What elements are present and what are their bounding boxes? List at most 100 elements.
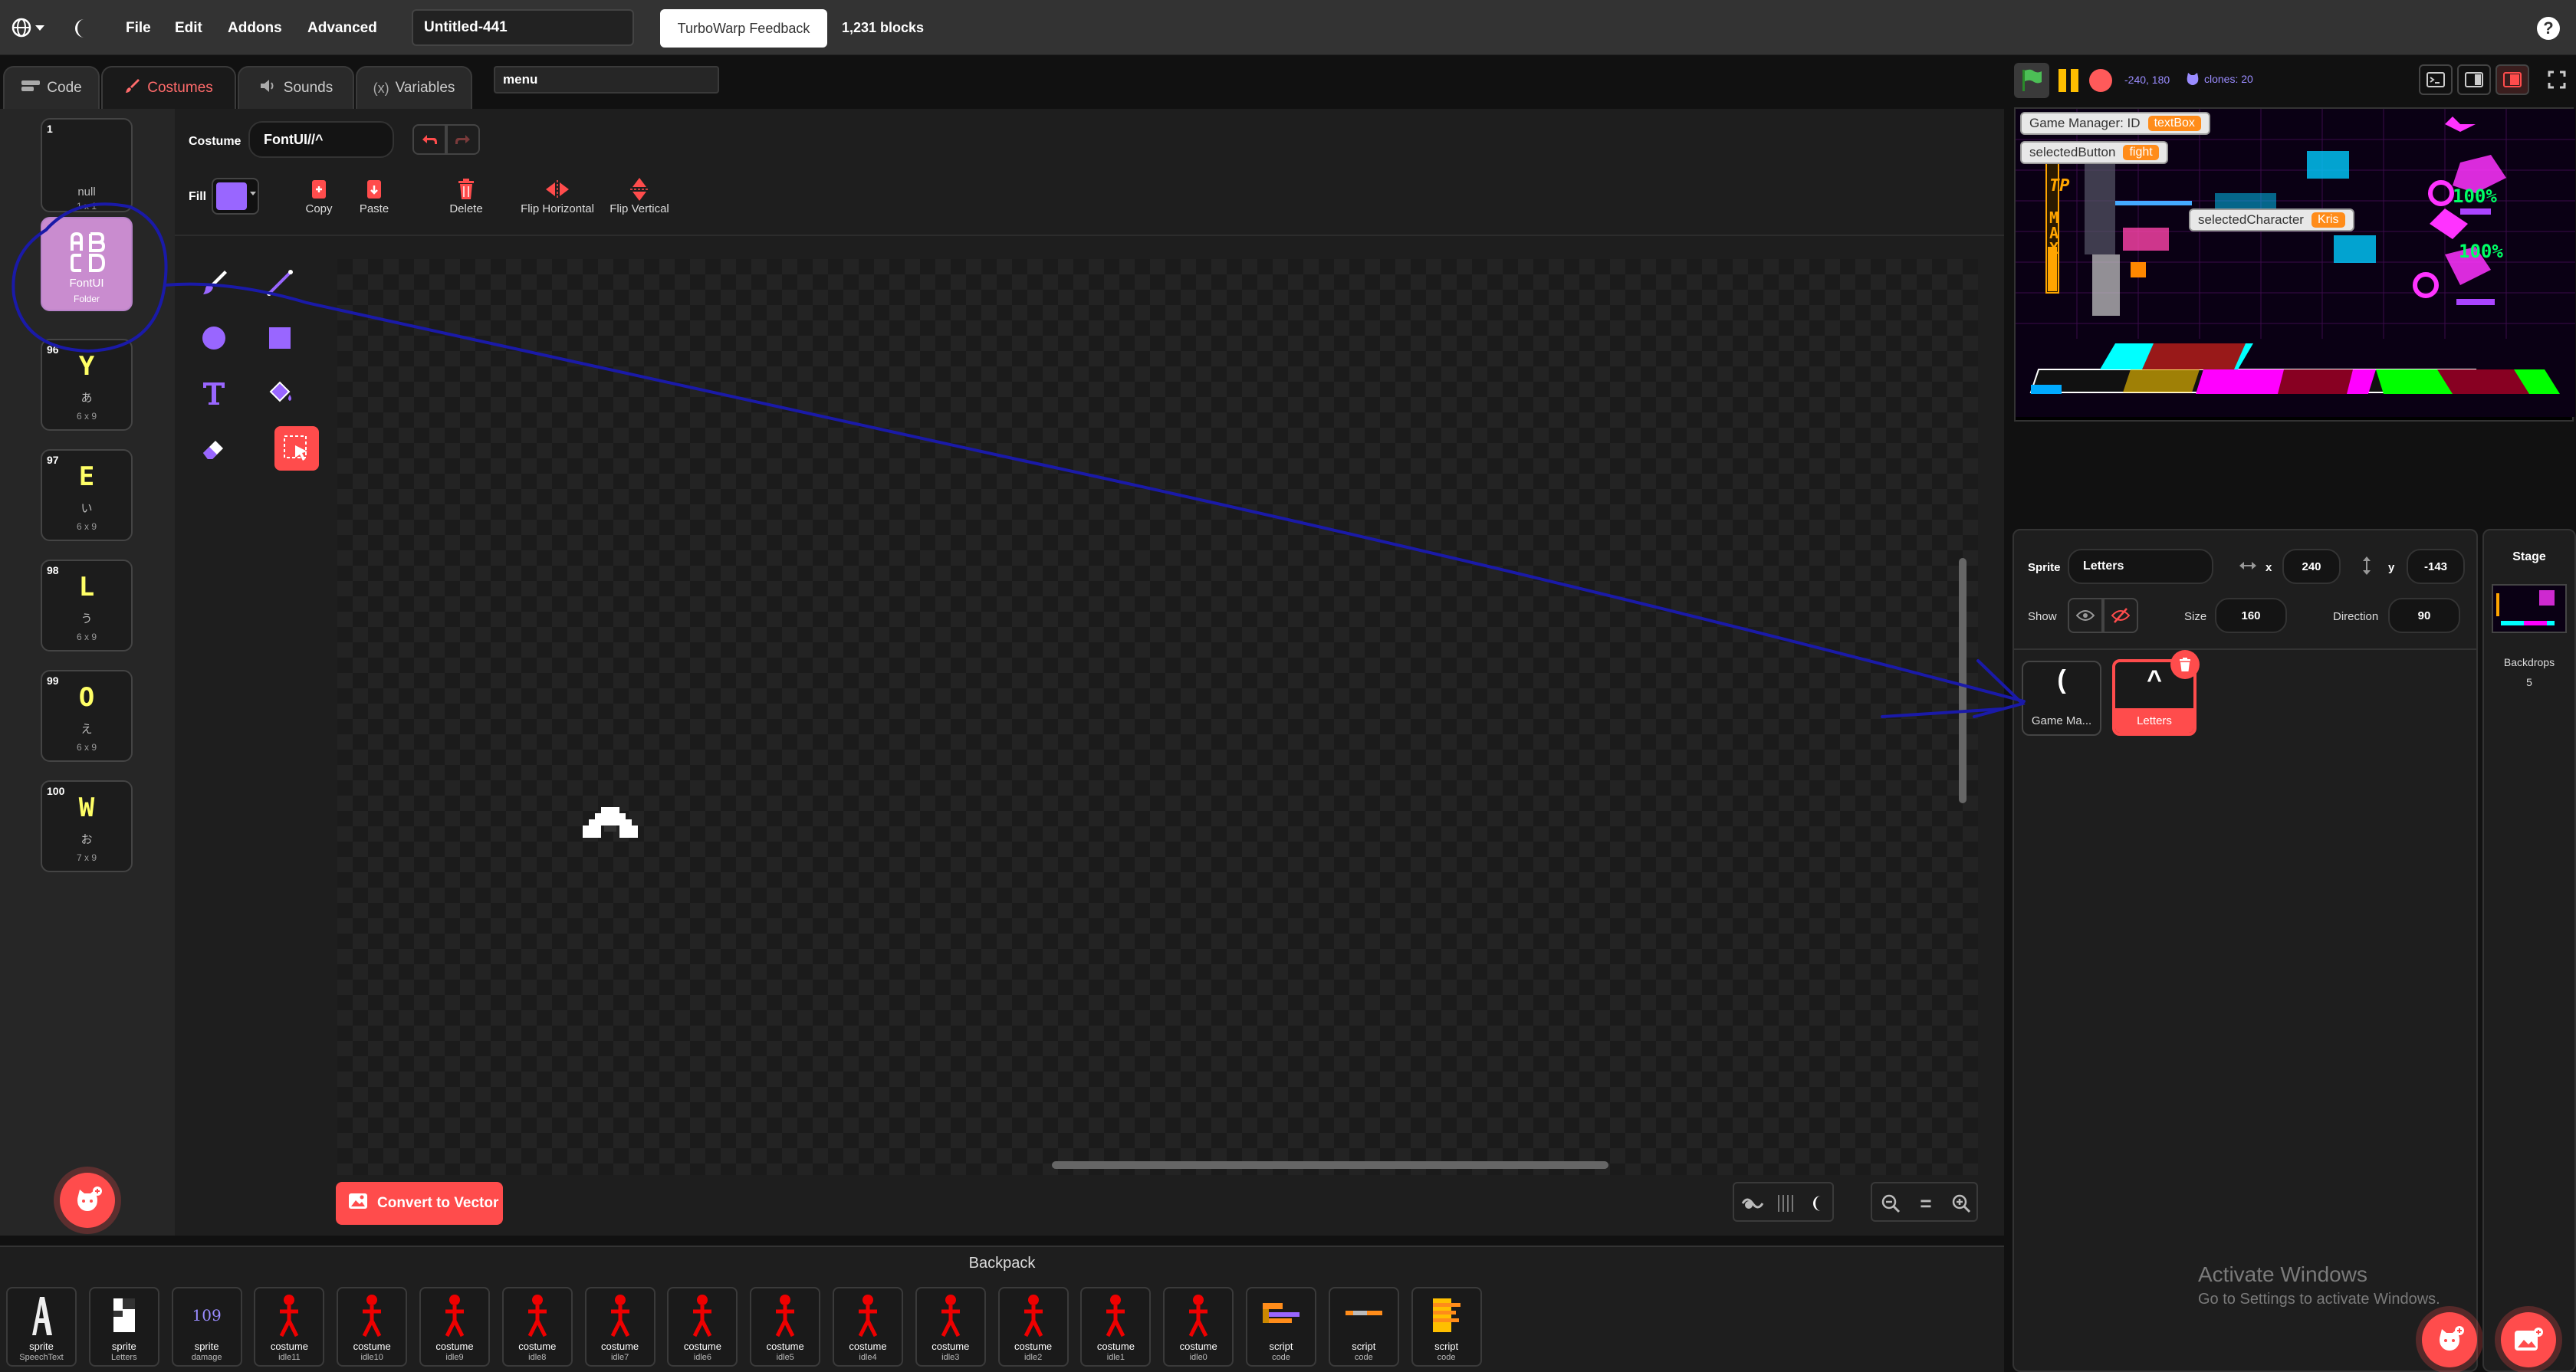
flip-vertical-button[interactable]: Flip Vertical — [601, 176, 678, 221]
costume-name-input[interactable]: FontUI//^ — [248, 121, 394, 158]
backpack-item[interactable]: 109 sprite damage — [171, 1287, 242, 1367]
x-input[interactable]: 240 — [2282, 549, 2341, 584]
item-type: costume — [270, 1341, 308, 1352]
sprite-label: Sprite — [2028, 561, 2061, 574]
backpack-item[interactable]: script code — [1411, 1287, 1482, 1367]
flip-horizontal-button[interactable]: Flip Horizontal — [515, 176, 600, 221]
hide-sprite-button[interactable] — [2103, 598, 2138, 633]
backpack-item[interactable]: sprite SpeechText — [6, 1287, 77, 1367]
costume-tile[interactable]: 1 null 1 x 1 — [41, 118, 133, 212]
circle-tool[interactable] — [192, 316, 236, 360]
backpack-item[interactable]: costume idle1 — [1080, 1287, 1152, 1367]
pixel-grid-icon[interactable] — [1771, 1190, 1799, 1217]
item-name: SpeechText — [19, 1353, 64, 1362]
add-backdrop-button[interactable] — [2501, 1312, 2556, 1367]
dark-mode-moon-icon[interactable] — [1805, 1190, 1832, 1217]
clone-count: clones: 20 — [2204, 73, 2253, 85]
stage-selector[interactable]: Stage Backdrops 5 — [2482, 529, 2576, 1372]
backpack-item[interactable]: costume idle7 — [584, 1287, 656, 1367]
fullscreen-button[interactable] — [2542, 64, 2572, 95]
stick-figure-icon — [504, 1292, 571, 1339]
stop-button[interactable] — [2089, 69, 2112, 92]
hp-percent-2: 100% — [2459, 241, 2503, 262]
show-sprite-button[interactable] — [2068, 598, 2103, 633]
zoom-reset-button[interactable]: = — [1912, 1190, 1940, 1217]
backpack-item[interactable]: costume idle4 — [833, 1287, 903, 1367]
costume-folder-tile[interactable]: FontUI Folder — [41, 217, 133, 311]
paste-button[interactable]: Paste — [353, 176, 396, 221]
add-sprite-button[interactable] — [2422, 1312, 2477, 1367]
vertical-scrollbar[interactable] — [1959, 558, 1967, 803]
tab-code[interactable]: Code — [3, 66, 100, 109]
paint-bucket-icon — [269, 381, 291, 402]
zoom-out-icon[interactable] — [1877, 1190, 1904, 1217]
line-tool[interactable] — [258, 261, 302, 305]
tab-variables[interactable]: (x) Variables — [356, 66, 472, 109]
backpack-item[interactable]: costume idle6 — [667, 1287, 738, 1367]
sprite-name-input[interactable]: Letters — [2068, 549, 2213, 584]
backpack-item[interactable]: costume idle10 — [337, 1287, 408, 1367]
brush-tool[interactable] — [192, 261, 236, 305]
small-stage-button[interactable] — [2457, 64, 2491, 95]
rectangle-icon — [269, 327, 291, 349]
item-name: idle1 — [1106, 1353, 1125, 1362]
costume-tile[interactable]: 98 L う 6 x 9 — [41, 560, 133, 652]
project-title-input[interactable]: Untitled-441 — [412, 9, 634, 46]
onion-skin-icon[interactable] — [1739, 1190, 1766, 1217]
convert-to-vector-button[interactable]: Convert to Vector — [336, 1182, 503, 1225]
backpack-item[interactable]: costume idle11 — [254, 1287, 325, 1367]
backpack-item[interactable]: script code — [1328, 1287, 1399, 1367]
eraser-tool[interactable] — [192, 426, 236, 471]
y-input[interactable]: -143 — [2407, 549, 2465, 584]
variable-monitor[interactable]: Game Manager: ID textBox — [2020, 112, 2210, 135]
tab-sounds[interactable]: Sounds — [238, 66, 354, 109]
horizontal-scrollbar[interactable] — [1052, 1161, 1608, 1169]
rectangle-tool[interactable] — [258, 316, 302, 360]
feedback-button[interactable]: TurboWarp Feedback — [660, 9, 827, 48]
language-globe-icon[interactable] — [9, 15, 46, 40]
sprite-tile[interactable]: ( Game Ma... — [2022, 661, 2101, 736]
backpack-item[interactable]: sprite Letters — [88, 1287, 159, 1367]
select-tool[interactable] — [274, 426, 319, 471]
zoom-in-icon[interactable] — [1947, 1190, 1975, 1217]
large-stage-button[interactable] — [2496, 64, 2529, 95]
addons-menu[interactable]: Addons — [228, 20, 282, 37]
tab-costumes[interactable]: Costumes — [101, 66, 236, 109]
search-input[interactable]: menu — [494, 66, 719, 94]
costume-tile[interactable]: 100 W お 7 x 9 — [41, 780, 133, 872]
costume-tile[interactable]: 99 O え 6 x 9 — [41, 670, 133, 762]
text-tool[interactable] — [192, 371, 236, 415]
add-costume-button[interactable] — [60, 1173, 115, 1228]
backpack-item[interactable]: costume idle0 — [1163, 1287, 1234, 1367]
copy-button[interactable]: Copy — [297, 176, 340, 221]
help-icon[interactable]: ? — [2537, 17, 2560, 40]
advanced-menu[interactable]: Advanced — [307, 20, 377, 37]
undo-button[interactable] — [412, 124, 446, 155]
costume-tile[interactable]: 96 Y あ 6 x 9 — [41, 339, 133, 431]
backpack-item[interactable]: costume idle2 — [997, 1287, 1069, 1367]
size-input[interactable]: 160 — [2215, 598, 2287, 633]
variable-monitor[interactable]: selectedButton fight — [2020, 141, 2168, 164]
edit-menu[interactable]: Edit — [175, 20, 202, 37]
stage-canvas[interactable]: TP MAX 100% 100% Game Manager: ID textBo… — [2014, 107, 2575, 422]
backpack-item[interactable]: costume idle5 — [750, 1287, 821, 1367]
backpack-item[interactable]: costume idle9 — [419, 1287, 490, 1367]
redo-button[interactable] — [446, 124, 480, 155]
fill-color-picker[interactable] — [212, 178, 259, 215]
paint-canvas[interactable] — [337, 259, 1978, 1175]
pause-bar-left[interactable] — [2058, 69, 2066, 92]
delete-sprite-button[interactable] — [2170, 650, 2200, 679]
backpack-item[interactable]: costume idle8 — [501, 1287, 573, 1367]
pause-bar-right[interactable] — [2071, 69, 2078, 92]
backpack-item[interactable]: costume idle3 — [915, 1287, 986, 1367]
theme-moon-icon[interactable] — [69, 15, 95, 41]
costume-tile[interactable]: 97 E い 6 x 9 — [41, 449, 133, 541]
backpack-item[interactable]: script code — [1246, 1287, 1316, 1367]
delete-button[interactable]: Delete — [439, 176, 493, 221]
fill-tool[interactable] — [258, 371, 302, 415]
console-button[interactable] — [2419, 64, 2453, 95]
green-flag-button[interactable] — [2014, 63, 2049, 98]
variable-monitor[interactable]: selectedCharacter Kris — [2189, 208, 2354, 231]
direction-input[interactable]: 90 — [2388, 598, 2460, 633]
file-menu[interactable]: File — [126, 20, 151, 37]
